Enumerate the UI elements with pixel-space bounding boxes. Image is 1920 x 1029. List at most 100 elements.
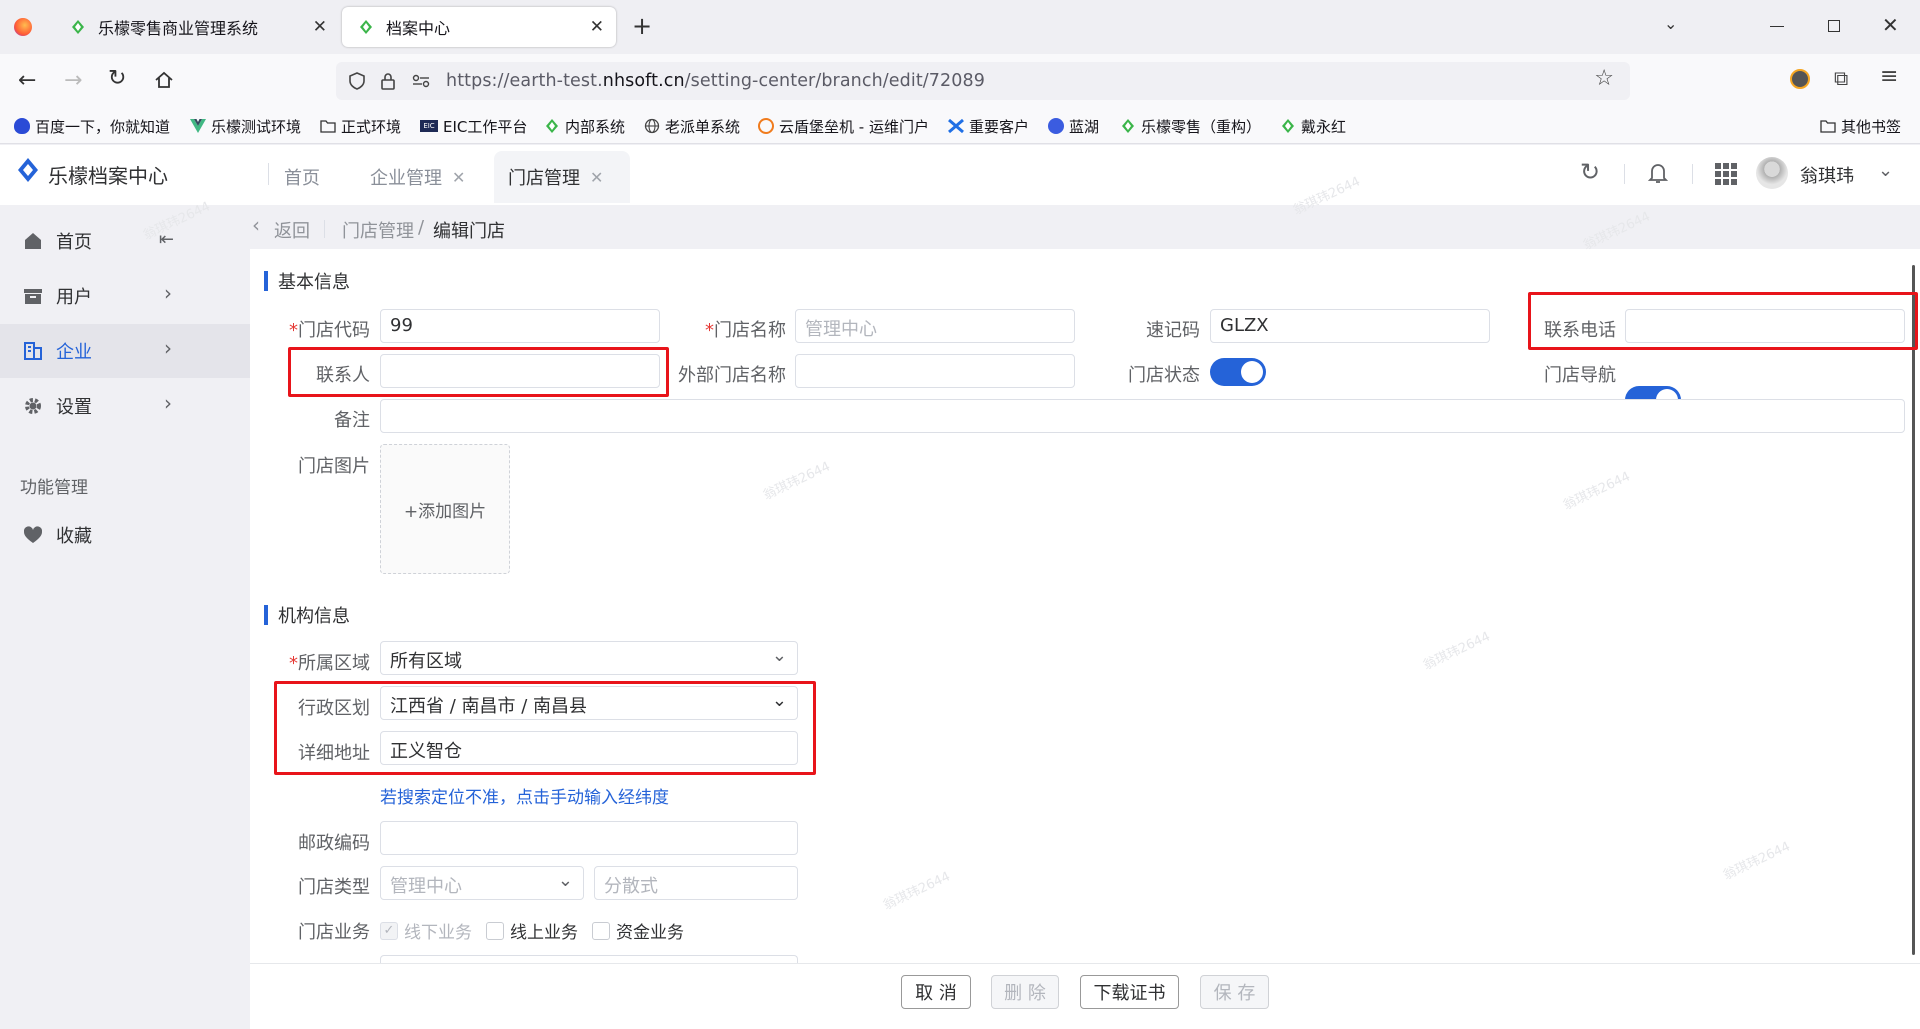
heart-icon bbox=[23, 526, 43, 543]
bookmark-dispatch[interactable]: 老派单系统 bbox=[644, 114, 740, 138]
remark-input[interactable] bbox=[380, 399, 1905, 433]
app-tab-home[interactable]: 首页 bbox=[284, 151, 344, 203]
offline-business-checkbox[interactable]: ✓ bbox=[380, 921, 398, 940]
app-tab-store[interactable]: 门店管理 ✕ bbox=[494, 151, 630, 203]
avatar[interactable] bbox=[1756, 157, 1788, 189]
contact-label: 联系人 bbox=[316, 365, 370, 386]
close-tab-icon[interactable]: ✕ bbox=[313, 17, 327, 37]
save-button[interactable]: 保 存 bbox=[1200, 975, 1269, 1009]
refresh-icon[interactable]: ↻ bbox=[1580, 158, 1600, 186]
download-certificate-button[interactable]: 下载证书 bbox=[1080, 975, 1179, 1009]
bookmark-bastion[interactable]: 云盾堡垒机 - 运维门户 bbox=[758, 114, 929, 138]
store-subtype-input[interactable]: 分散式 bbox=[594, 866, 798, 900]
lanhu-icon bbox=[1048, 118, 1064, 134]
store-code-label: *门店代码 bbox=[289, 320, 370, 341]
store-status-label: 门店状态 bbox=[1128, 365, 1200, 386]
header-divider bbox=[1624, 164, 1625, 184]
sidebar-item-favorites[interactable]: 收藏 bbox=[0, 508, 250, 562]
bookmark-dai[interactable]: 戴永红 bbox=[1280, 114, 1346, 138]
extensions-icon[interactable]: ⧉ bbox=[1834, 66, 1848, 90]
store-type-select[interactable]: 管理中心 ⌄ bbox=[380, 866, 584, 900]
section-title-basic: 基本信息 bbox=[264, 268, 350, 294]
back-link[interactable]: 返回 bbox=[274, 217, 310, 243]
cancel-button[interactable]: 取 消 bbox=[901, 975, 971, 1009]
address-label: 详细地址 bbox=[298, 743, 370, 764]
forward-icon[interactable]: → bbox=[64, 68, 82, 93]
address-bar[interactable]: https://earth-test.nhsoft.cn/setting-cen… bbox=[336, 62, 1630, 100]
admin-division-select[interactable]: 江西省 / 南昌市 / 南昌县 ⌄ bbox=[380, 686, 798, 720]
region-select[interactable]: 所有区域 ⌄ bbox=[380, 641, 798, 675]
bookmark-retail-rebuild[interactable]: 乐檬零售（重构） bbox=[1120, 114, 1261, 138]
baidu-paw-icon bbox=[14, 118, 30, 134]
back-icon[interactable]: ← bbox=[18, 68, 36, 93]
chevron-right-icon: › bbox=[164, 391, 172, 415]
external-name-label: 外部门店名称 bbox=[678, 365, 786, 386]
store-name-label: *门店名称 bbox=[705, 320, 786, 341]
firefox-icon[interactable] bbox=[14, 18, 32, 36]
bookmark-prod-env[interactable]: 正式环境 bbox=[320, 114, 401, 138]
add-image-button[interactable]: +添加图片 bbox=[380, 444, 510, 574]
permissions-icon[interactable] bbox=[412, 74, 430, 88]
close-tab-icon[interactable]: ✕ bbox=[590, 17, 604, 37]
profile-icon[interactable] bbox=[1790, 69, 1810, 89]
postcode-input[interactable] bbox=[380, 821, 798, 855]
lemon-leaf-icon bbox=[360, 20, 372, 34]
tab-list-icon[interactable]: ⌄ bbox=[1664, 14, 1677, 33]
bookmark-lanhu[interactable]: 蓝湖 bbox=[1048, 114, 1099, 138]
user-box-icon bbox=[24, 289, 42, 304]
chevron-down-icon[interactable]: ⌄ bbox=[1878, 160, 1893, 181]
sidebar-item-user[interactable]: 用户 › bbox=[0, 269, 250, 323]
bell-icon[interactable] bbox=[1648, 162, 1668, 184]
bookmark-baidu[interactable]: 百度一下，你就知道 bbox=[14, 114, 170, 138]
minimize-icon[interactable] bbox=[1770, 26, 1784, 27]
manual-coordinates-link[interactable]: 若搜索定位不准，点击手动输入经纬度 bbox=[380, 783, 669, 808]
browser-tab-retail[interactable]: 乐檬零售商业管理系统 ✕ bbox=[54, 7, 339, 47]
funds-business-checkbox[interactable] bbox=[592, 921, 610, 940]
breadcrumb-current: 编辑门店 bbox=[433, 221, 505, 242]
bookmark-other[interactable]: 其他书签 bbox=[1820, 114, 1901, 138]
sidebar-item-home[interactable]: 首页 ⇤ bbox=[0, 214, 250, 268]
close-tab-icon[interactable]: ✕ bbox=[590, 168, 603, 187]
store-code-input[interactable]: 99 bbox=[380, 309, 660, 343]
eic-icon: EIC bbox=[420, 120, 438, 132]
phone-input[interactable] bbox=[1625, 309, 1905, 343]
app-logo-icon bbox=[18, 158, 38, 182]
browser-tab-title: 乐檬零售商业管理系统 bbox=[98, 19, 259, 38]
globe-icon bbox=[644, 118, 660, 134]
user-name[interactable]: 翁琪玮 bbox=[1800, 162, 1854, 188]
section-title-org: 机构信息 bbox=[264, 602, 350, 628]
sidebar-item-enterprise[interactable]: 企业 › bbox=[0, 324, 250, 378]
store-image-label: 门店图片 bbox=[298, 456, 370, 477]
restore-icon[interactable] bbox=[1828, 20, 1840, 32]
store-name-input[interactable]: 管理中心 bbox=[795, 309, 1075, 343]
bookmark-internal[interactable]: 内部系统 bbox=[544, 114, 625, 138]
close-window-icon[interactable]: ✕ bbox=[1882, 13, 1899, 37]
shield-icon bbox=[349, 72, 365, 90]
store-status-toggle[interactable] bbox=[1210, 358, 1266, 386]
app-tab-enterprise[interactable]: 企业管理 ✕ bbox=[370, 151, 480, 203]
contact-input[interactable] bbox=[380, 354, 660, 388]
browser-tab-archive[interactable]: 档案中心 ✕ bbox=[342, 7, 616, 47]
sidebar-item-settings[interactable]: 设置 › bbox=[0, 379, 250, 433]
reload-icon[interactable]: ↻ bbox=[108, 66, 126, 91]
breadcrumb-separator: / bbox=[418, 217, 425, 238]
online-business-checkbox[interactable] bbox=[486, 921, 504, 940]
home-icon[interactable] bbox=[154, 70, 174, 90]
external-name-input[interactable] bbox=[795, 354, 1075, 388]
menu-icon[interactable]: ≡ bbox=[1880, 64, 1898, 89]
breadcrumb-parent[interactable]: 门店管理 bbox=[342, 217, 414, 243]
apps-grid-icon[interactable] bbox=[1714, 162, 1738, 186]
bookmark-test-env[interactable]: 乐檬测试环境 bbox=[190, 114, 301, 138]
delete-button[interactable]: 删 除 bbox=[991, 975, 1059, 1009]
scrollbar-thumb[interactable] bbox=[1912, 265, 1915, 955]
address-input[interactable]: 正义智仓 bbox=[380, 731, 798, 765]
new-tab-icon[interactable]: + bbox=[632, 12, 652, 40]
bookmark-star-icon[interactable]: ☆ bbox=[1594, 66, 1614, 91]
bookmark-eic[interactable]: EIC EIC工作平台 bbox=[420, 114, 527, 138]
chevron-left-icon[interactable]: ‹ bbox=[252, 213, 260, 237]
bookmark-key-clients[interactable]: 重要客户 bbox=[948, 114, 1029, 138]
cloud-shield-icon bbox=[758, 118, 774, 134]
shortcode-input[interactable]: GLZX bbox=[1210, 309, 1490, 343]
admin-division-label: 行政区划 bbox=[298, 698, 370, 719]
close-tab-icon[interactable]: ✕ bbox=[452, 168, 465, 187]
